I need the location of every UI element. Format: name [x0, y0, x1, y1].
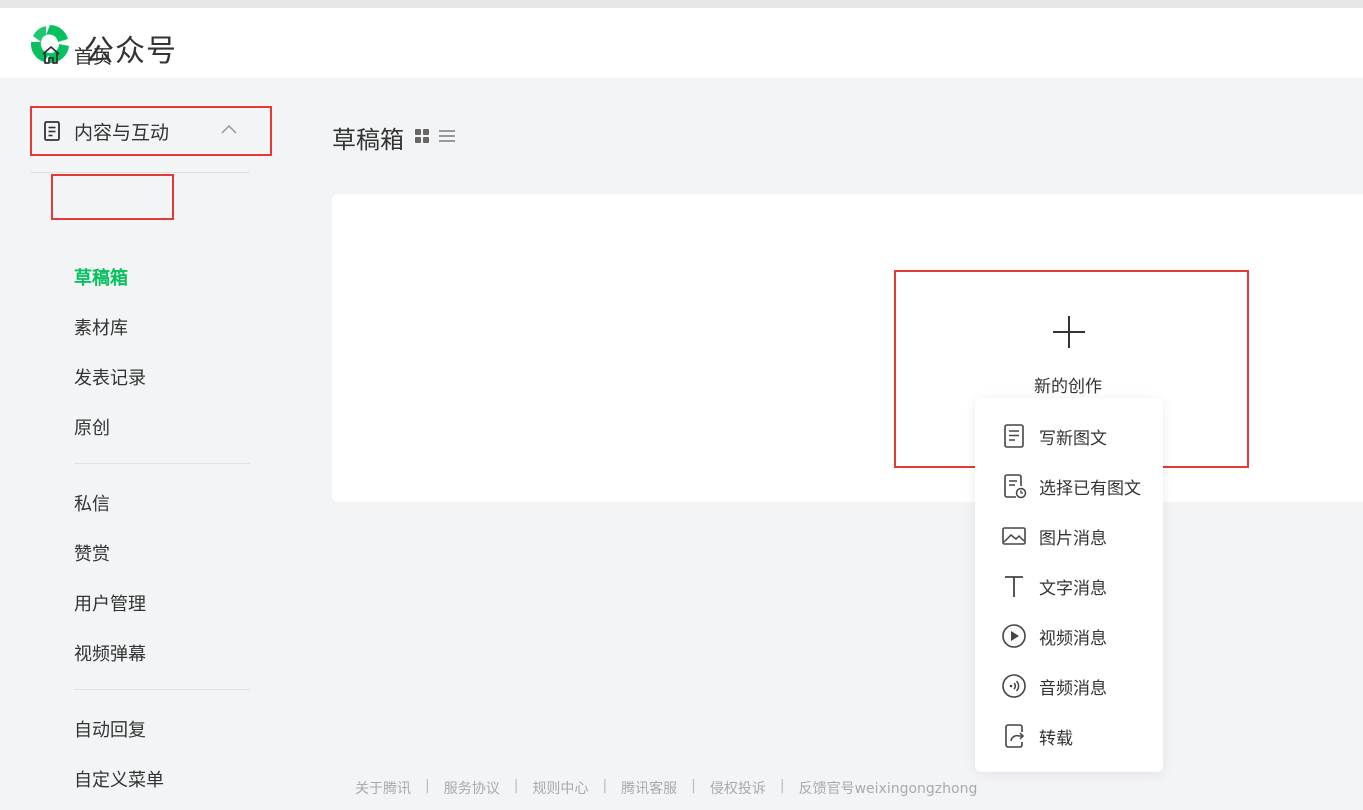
footer-separator: |: [779, 778, 785, 794]
sidebar-item-drafts[interactable]: 草稿箱: [74, 264, 128, 290]
sidebar-item-user-management[interactable]: 用户管理: [74, 590, 146, 616]
sidebar-item-video-danmaku[interactable]: 视频弹幕: [74, 640, 146, 666]
menu-item-video-message[interactable]: 视频消息: [975, 616, 1163, 656]
menu-label: 写新图文: [1039, 428, 1107, 449]
menu-item-select-existing[interactable]: 选择已有图文: [975, 466, 1163, 506]
sidebar-group-label: 内容与互动: [74, 121, 170, 144]
image-icon: [1002, 527, 1026, 545]
document-clock-icon: [1004, 474, 1027, 499]
menu-label: 文字消息: [1039, 578, 1107, 599]
audio-icon: [1002, 674, 1026, 698]
menu-label: 图片消息: [1039, 528, 1107, 549]
active-highlight-box: [51, 174, 174, 220]
view-toggle: [414, 128, 464, 149]
new-creation-label: 新的创作: [1034, 377, 1102, 397]
divider: [74, 689, 250, 690]
divider: [30, 172, 250, 173]
footer-link-support[interactable]: 腾讯客服: [621, 778, 677, 798]
footer-link-complaint[interactable]: 侵权投诉: [710, 778, 766, 798]
chevron-up-icon[interactable]: [220, 121, 238, 139]
menu-item-image-message[interactable]: 图片消息: [975, 516, 1163, 556]
repost-icon: [1005, 724, 1025, 748]
text-icon: [1005, 576, 1023, 597]
create-menu: 写新图文 选择已有图文 图片消息 文字消息 视频消息 音频消息 转载: [975, 398, 1163, 772]
menu-item-repost[interactable]: 转载: [975, 716, 1163, 756]
footer-link-service-agreement[interactable]: 服务协议: [444, 778, 500, 798]
footer-link-about[interactable]: 关于腾讯: [355, 778, 411, 798]
sidebar-item-publish-records[interactable]: 发表记录: [74, 364, 146, 390]
sidebar-home-label: 首页: [74, 45, 113, 68]
sidebar-item-auto-reply[interactable]: 自动回复: [74, 716, 146, 742]
document-icon: [1004, 424, 1024, 448]
sidebar-item-custom-menu[interactable]: 自定义菜单: [74, 766, 164, 792]
menu-label: 视频消息: [1039, 628, 1107, 649]
footer-links: 关于腾讯 | 服务协议 | 规则中心 | 腾讯客服 | 侵权投诉 | 反馈官号w…: [355, 778, 977, 798]
grid-view-icon[interactable]: [414, 128, 430, 149]
footer-link-feedback[interactable]: 反馈官号weixingongzhong: [799, 778, 978, 798]
footer-link-rules[interactable]: 规则中心: [532, 778, 588, 798]
list-view-icon[interactable]: [438, 128, 456, 149]
page-title: 草稿箱: [332, 126, 404, 154]
menu-label: 转载: [1039, 728, 1073, 749]
footer-separator: |: [602, 778, 608, 794]
sidebar-item-materials[interactable]: 素材库: [74, 314, 128, 340]
menu-item-text-message[interactable]: 文字消息: [975, 566, 1163, 606]
menu-label: 选择已有图文: [1039, 478, 1141, 499]
document-icon: [44, 121, 60, 141]
footer-separator: |: [513, 778, 519, 794]
menu-item-audio-message[interactable]: 音频消息: [975, 666, 1163, 706]
menu-label: 音频消息: [1039, 678, 1107, 699]
play-icon: [1002, 624, 1026, 648]
sidebar-item-rewards[interactable]: 赞赏: [74, 540, 110, 566]
top-bar: 公众号: [0, 0, 1363, 78]
footer-separator: |: [691, 778, 696, 794]
sidebar-item-home[interactable]: 首页: [40, 40, 112, 70]
plus-icon[interactable]: [1051, 314, 1087, 350]
sidebar-group-content[interactable]: 内容与互动: [30, 106, 272, 156]
sidebar-item-original[interactable]: 原创: [74, 414, 110, 440]
home-icon: [42, 46, 60, 64]
sidebar-item-messages[interactable]: 私信: [74, 490, 110, 516]
footer-separator: |: [425, 778, 430, 794]
menu-item-new-article[interactable]: 写新图文: [975, 416, 1163, 456]
divider: [74, 463, 250, 464]
